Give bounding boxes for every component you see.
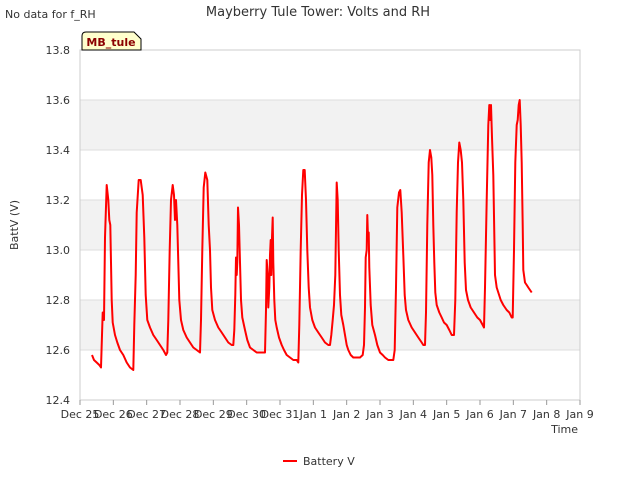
y-tick-label: 12.4 — [46, 394, 71, 407]
x-tick-label: Dec 31 — [261, 408, 300, 421]
x-axis-ticks: Dec 25Dec 26Dec 27Dec 28Dec 29Dec 30Dec … — [61, 400, 594, 421]
station-badge: MB_tule — [81, 31, 142, 51]
no-data-note: No data for f_RH — [5, 8, 96, 21]
chart: No data for f_RH Mayberry Tule Tower: Vo… — [5, 5, 594, 468]
x-tick-label: Jan 9 — [565, 408, 593, 421]
x-tick-label: Jan 7 — [499, 408, 527, 421]
y-tick-label: 13.0 — [46, 244, 71, 257]
station-badge-label: MB_tule — [86, 36, 135, 49]
x-tick-label: Jan 6 — [465, 408, 493, 421]
plot-background — [80, 100, 580, 350]
y-tick-label: 13.2 — [46, 194, 71, 207]
y-tick-label: 12.6 — [46, 344, 71, 357]
y-tick-label: 12.8 — [46, 294, 71, 307]
x-tick-label: Jan 3 — [365, 408, 393, 421]
x-tick-label: Jan 8 — [532, 408, 560, 421]
y-axis-label: BattV (V) — [8, 200, 21, 250]
chart-title: Mayberry Tule Tower: Volts and RH — [206, 5, 430, 20]
x-tick-label: Jan 2 — [332, 408, 360, 421]
legend-label: Battery V — [303, 455, 355, 468]
legend: Battery V — [283, 455, 355, 468]
y-tick-label: 13.4 — [46, 144, 71, 157]
y-tick-label: 13.8 — [46, 44, 71, 57]
x-tick-label: Jan 1 — [299, 408, 327, 421]
plot-band — [80, 100, 580, 150]
x-tick-label: Jan 4 — [399, 408, 427, 421]
y-axis-ticks: 12.4 12.6 12.8 13.0 13.2 13.4 13.6 13.8 — [46, 44, 71, 407]
y-tick-label: 13.6 — [46, 94, 71, 107]
x-axis-label: Time — [550, 423, 578, 436]
x-tick-label: Jan 5 — [432, 408, 460, 421]
plot-band — [80, 200, 580, 250]
